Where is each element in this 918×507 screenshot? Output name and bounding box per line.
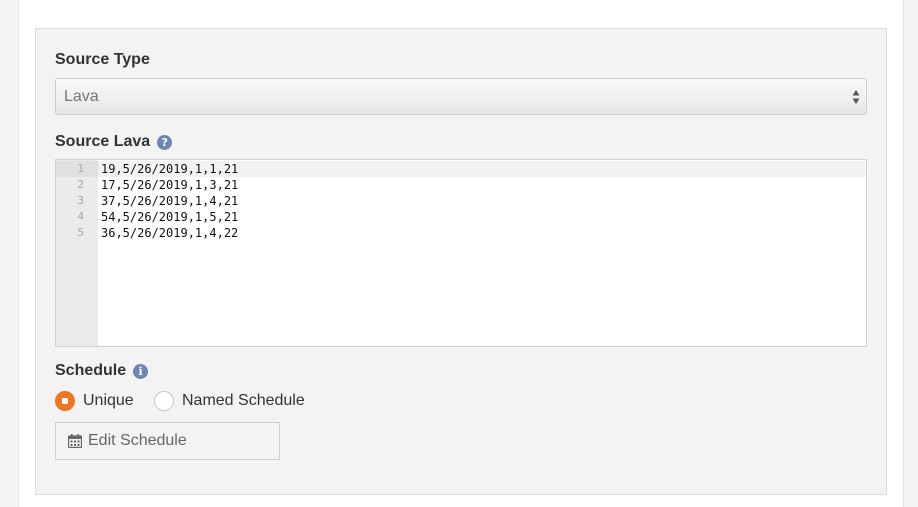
code-line[interactable]: 4 54,5/26/2019,1,5,21 xyxy=(56,209,866,225)
radio-named-schedule-indicator[interactable] xyxy=(154,391,174,411)
calendar-icon xyxy=(68,434,82,448)
code-text: 36,5/26/2019,1,4,22 xyxy=(101,226,239,240)
radio-unique-indicator[interactable] xyxy=(55,391,75,411)
edit-schedule-button[interactable]: Edit Schedule xyxy=(55,422,280,460)
radio-named-schedule-label: Named Schedule xyxy=(182,392,305,409)
radio-named-schedule[interactable]: Named Schedule xyxy=(154,391,305,411)
source-type-label: Source Type xyxy=(55,51,150,69)
help-icon[interactable]: ? xyxy=(157,134,173,150)
radio-unique-label: Unique xyxy=(83,392,134,409)
source-type-select[interactable]: Lava xyxy=(55,78,867,115)
code-text: 17,5/26/2019,1,3,21 xyxy=(101,178,239,192)
line-number: 3 xyxy=(77,194,84,207)
code-line[interactable]: 1 19,5/26/2019,1,1,21 xyxy=(56,161,866,177)
source-lava-label: Source Lava ? xyxy=(55,133,173,151)
source-type-selected-value: Lava xyxy=(64,88,99,105)
radio-unique[interactable]: Unique xyxy=(55,391,134,411)
lava-code-editor[interactable]: 1 19,5/26/2019,1,1,21 2 17,5/26/2019,1,3… xyxy=(55,159,867,347)
line-number: 2 xyxy=(77,178,84,191)
schedule-label: Schedule i xyxy=(55,362,149,380)
edit-schedule-label: Edit Schedule xyxy=(88,432,187,449)
source-type-label-text: Source Type xyxy=(55,51,150,68)
code-text: 54,5/26/2019,1,5,21 xyxy=(101,210,239,224)
line-number: 4 xyxy=(77,210,84,223)
line-number: 1 xyxy=(56,161,98,177)
code-text: 19,5/26/2019,1,1,21 xyxy=(101,162,239,176)
info-icon[interactable]: i xyxy=(133,363,149,379)
line-number: 5 xyxy=(77,226,84,239)
source-lava-label-text: Source Lava xyxy=(55,133,151,150)
select-arrows-icon xyxy=(852,90,860,104)
code-line[interactable]: 3 37,5/26/2019,1,4,21 xyxy=(56,193,866,209)
code-line[interactable]: 5 36,5/26/2019,1,4,22 xyxy=(56,225,866,241)
schedule-label-text: Schedule xyxy=(55,362,127,379)
code-line[interactable]: 2 17,5/26/2019,1,3,21 xyxy=(56,177,866,193)
code-text: 37,5/26/2019,1,4,21 xyxy=(101,194,239,208)
